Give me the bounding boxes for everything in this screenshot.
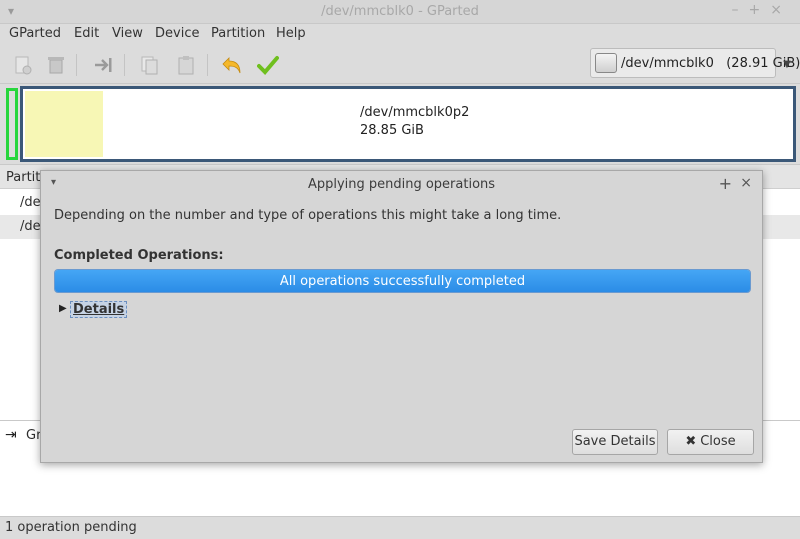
status-text: 1 operation pending [5,520,137,535]
dialog-close-icon[interactable]: × [740,175,752,191]
apply-icon[interactable] [257,54,279,76]
expander-arrow-icon[interactable]: ▶ [59,303,67,314]
paste-icon[interactable] [175,54,197,76]
window-titlebar: ▾ /dev/mmcblk0 - GParted –+× [0,0,800,24]
column-header-partition[interactable]: Partiti [6,170,44,185]
used-space-fill [25,91,103,157]
delete-icon[interactable] [45,54,67,76]
window-controls[interactable]: –+× [732,2,792,18]
device-selector[interactable]: /dev/mmcblk0 (28.91 GiB) [590,48,800,78]
menu-view[interactable]: View [112,26,143,41]
dialog-description: Depending on the number and type of oper… [54,208,562,223]
menu-gparted[interactable]: GParted [9,26,61,41]
operation-resize-icon: ⇥ [5,427,17,443]
undo-icon[interactable] [221,54,243,76]
close-button[interactable]: ✖ Close [667,429,754,455]
device-selector-arrow-icon[interactable]: ▼ [778,52,796,78]
resize-move-icon[interactable] [92,54,114,76]
partition-graph: /dev/mmcblk0p2 28.85 GiB [4,86,798,162]
partition-block-size: 28.85 GiB [360,123,424,138]
partition-block-name: /dev/mmcblk0p2 [360,105,470,120]
dialog-titlebar: ▾ Applying pending operations + × [41,171,762,197]
toolbar-separator [76,54,77,76]
partition-cell: /de [20,219,41,234]
menu-edit[interactable]: Edit [74,26,99,41]
menu-help[interactable]: Help [276,26,306,41]
new-partition-icon[interactable] [12,54,34,76]
close-button-label: Close [700,434,736,449]
menu-partition[interactable]: Partition [211,26,265,41]
dialog-title: Applying pending operations [307,177,496,192]
toolbar-separator [124,54,125,76]
drive-icon [595,53,617,73]
partition-cell: /de [20,195,41,210]
statusbar: 1 operation pending [0,516,800,539]
details-label[interactable]: Details [70,301,128,318]
progress-bar: All operations successfully completed [54,269,751,293]
unallocated-block[interactable] [6,88,18,160]
completed-operations-label: Completed Operations: [54,248,224,263]
menubar: GParted Edit View Device Partition Help [0,24,800,46]
partition-block[interactable]: /dev/mmcblk0p2 28.85 GiB [20,86,796,162]
save-details-button[interactable]: Save Details [572,429,658,455]
close-icon: ✖ [685,434,697,449]
menu-device[interactable]: Device [155,26,199,41]
dialog-maximize-icon[interactable]: + [719,174,732,193]
device-selector-value: /dev/mmcblk0 (28.91 GiB) [621,56,800,71]
copy-icon[interactable] [138,54,160,76]
progress-text: All operations successfully completed [279,274,526,289]
toolbar-separator [207,54,208,76]
window-title: /dev/mmcblk0 - GParted [321,4,479,19]
apply-operations-dialog: ▾ Applying pending operations + × Depend… [40,170,763,463]
